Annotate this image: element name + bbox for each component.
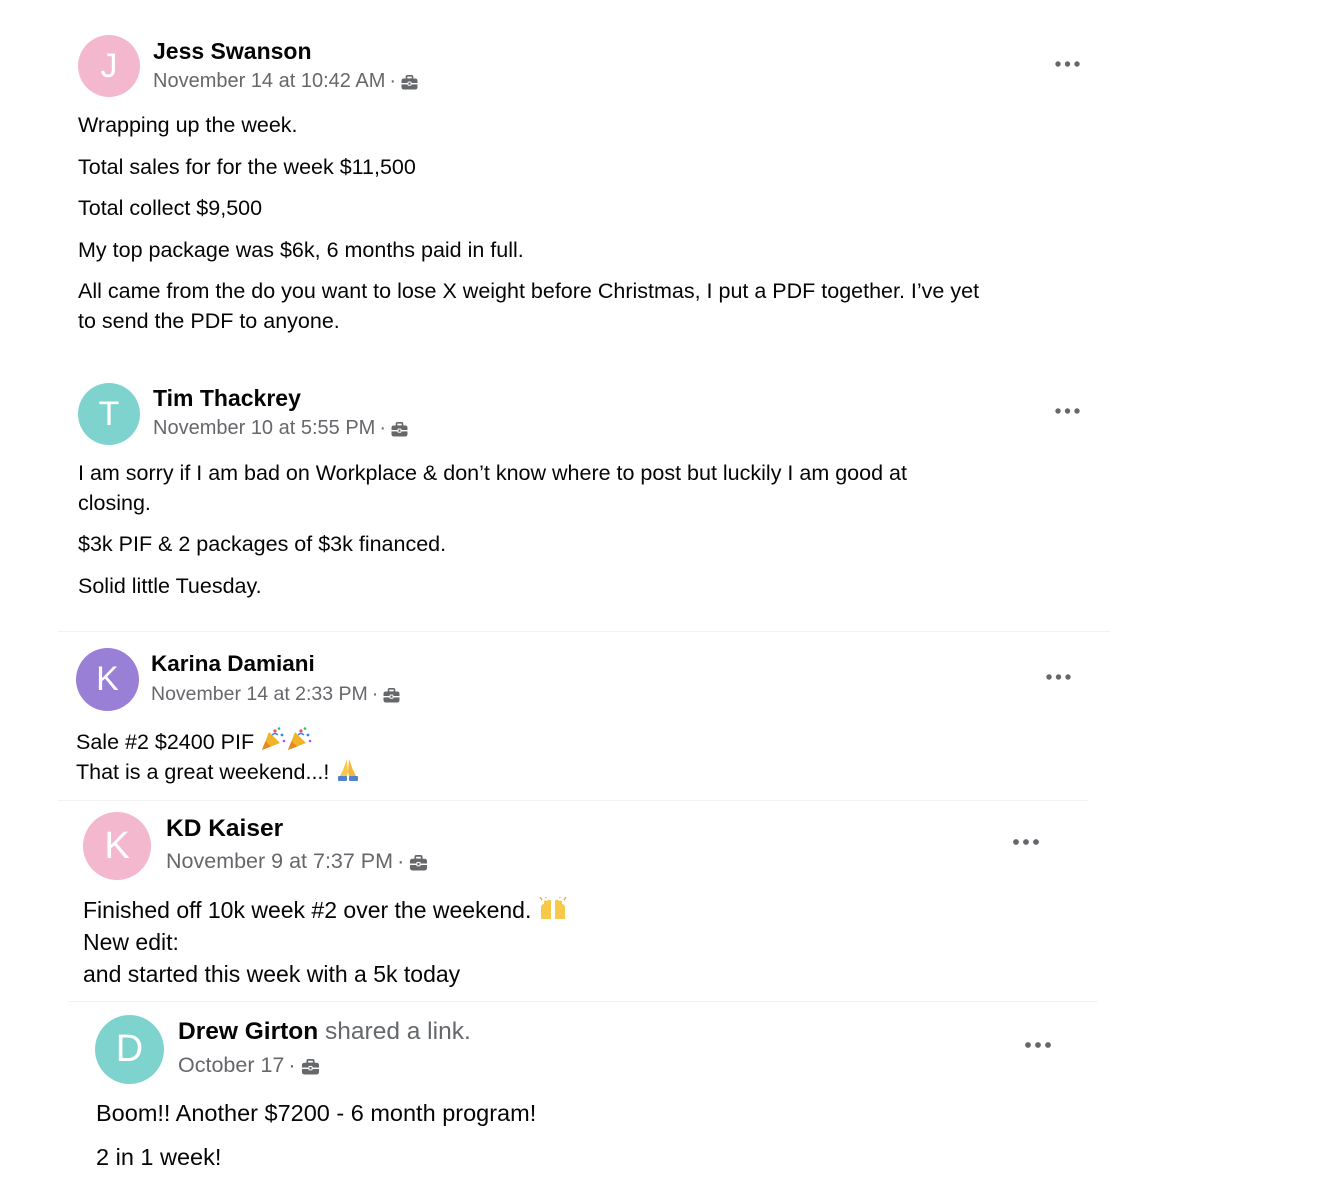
post-tim-thackrey: T Tim Thackrey November 10 at 5:55 PM · … [0, 360, 1344, 630]
timestamp-link[interactable]: October 17 [178, 1053, 284, 1078]
author-name[interactable]: Jess Swanson [153, 38, 312, 65]
post-line: New edit: [83, 929, 179, 955]
post-line: closing. [78, 491, 151, 515]
timestamp-link[interactable]: November 14 at 10:42 AM [153, 70, 385, 93]
post-line: Total sales for for the week $11,500 [78, 155, 416, 179]
avatar[interactable]: K [76, 648, 139, 711]
post-line: My top package was $6k, 6 months paid in… [78, 238, 524, 262]
more-options-icon [1046, 674, 1071, 680]
author-name[interactable]: Tim Thackrey [153, 385, 301, 412]
more-options-button[interactable] [1020, 1035, 1056, 1055]
post-line: $3k PIF & 2 packages of $3k financed. [78, 532, 447, 556]
post-line: to send the PDF to anyone. [78, 309, 340, 333]
post-meta: November 10 at 5:55 PM · [153, 417, 408, 440]
more-options-button[interactable] [1050, 54, 1086, 74]
author-name[interactable]: Karina Damiani [151, 651, 315, 677]
briefcase-icon [401, 74, 418, 89]
briefcase-icon [391, 421, 408, 436]
avatar[interactable]: K [83, 812, 151, 880]
more-options-icon [1055, 408, 1080, 414]
author-name[interactable]: KD Kaiser [166, 815, 283, 843]
folded-hands-emoji [335, 756, 361, 788]
briefcase-icon [301, 1058, 319, 1074]
more-options-button[interactable] [1008, 832, 1044, 852]
more-options-button[interactable] [1050, 401, 1086, 421]
post-line: Finished off 10k week #2 over the weeken… [83, 897, 532, 923]
post-line: That is a great weekend...! [76, 760, 330, 784]
post-drew-girton: D Drew Girton shared a link. October 17 … [0, 1002, 1344, 1188]
post-meta: October 17 · [178, 1053, 319, 1078]
post-karina-damiani: K Karina Damiani November 14 at 2:33 PM … [0, 632, 1344, 800]
more-options-icon [1013, 839, 1039, 845]
post-line: 2 in 1 week! [96, 1144, 222, 1170]
post-line: Boom!! Another $7200 - 6 month program! [96, 1100, 537, 1126]
post-line: I am sorry if I am bad on Workplace & do… [78, 461, 907, 485]
meta-separator: · [371, 683, 379, 705]
more-options-icon [1055, 61, 1080, 67]
avatar[interactable]: D [95, 1015, 164, 1084]
post-line: Wrapping up the week. [78, 113, 298, 137]
post-line: Total collect $9,500 [78, 196, 263, 220]
post-line: and started this week with a 5k today [83, 961, 461, 987]
post-meta: November 9 at 7:37 PM · [166, 849, 428, 874]
meta-separator: · [397, 849, 405, 873]
author-name[interactable]: Drew Girton shared a link. [178, 1018, 471, 1046]
more-options-button[interactable] [1041, 667, 1077, 687]
post-line: Solid little Tuesday. [78, 574, 262, 598]
party-popper-emoji [260, 726, 314, 758]
post-kd-kaiser: K KD Kaiser November 9 at 7:37 PM · Fini… [0, 801, 1344, 1001]
post-meta: November 14 at 10:42 AM · [153, 70, 418, 93]
briefcase-icon [383, 687, 400, 702]
raising-hands-emoji [538, 896, 568, 927]
post-jess-swanson: J Jess Swanson November 14 at 10:42 AM ·… [0, 0, 1344, 360]
meta-separator: · [288, 1053, 296, 1077]
post-line: All came from the do you want to lose X … [78, 279, 980, 303]
post-meta: November 14 at 2:33 PM · [151, 683, 400, 706]
avatar[interactable]: T [78, 383, 140, 445]
meta-separator: · [389, 70, 397, 92]
shared-link-label: shared a link. [325, 1018, 471, 1045]
timestamp-link[interactable]: November 9 at 7:37 PM [166, 849, 393, 874]
meta-separator: · [379, 417, 387, 439]
briefcase-icon [409, 854, 428, 870]
post-line: Sale #2 $2400 PIF [76, 730, 255, 754]
more-options-icon [1025, 1042, 1051, 1048]
timestamp-link[interactable]: November 10 at 5:55 PM [153, 417, 375, 440]
avatar[interactable]: J [78, 35, 140, 97]
timestamp-link[interactable]: November 14 at 2:33 PM [151, 683, 368, 706]
